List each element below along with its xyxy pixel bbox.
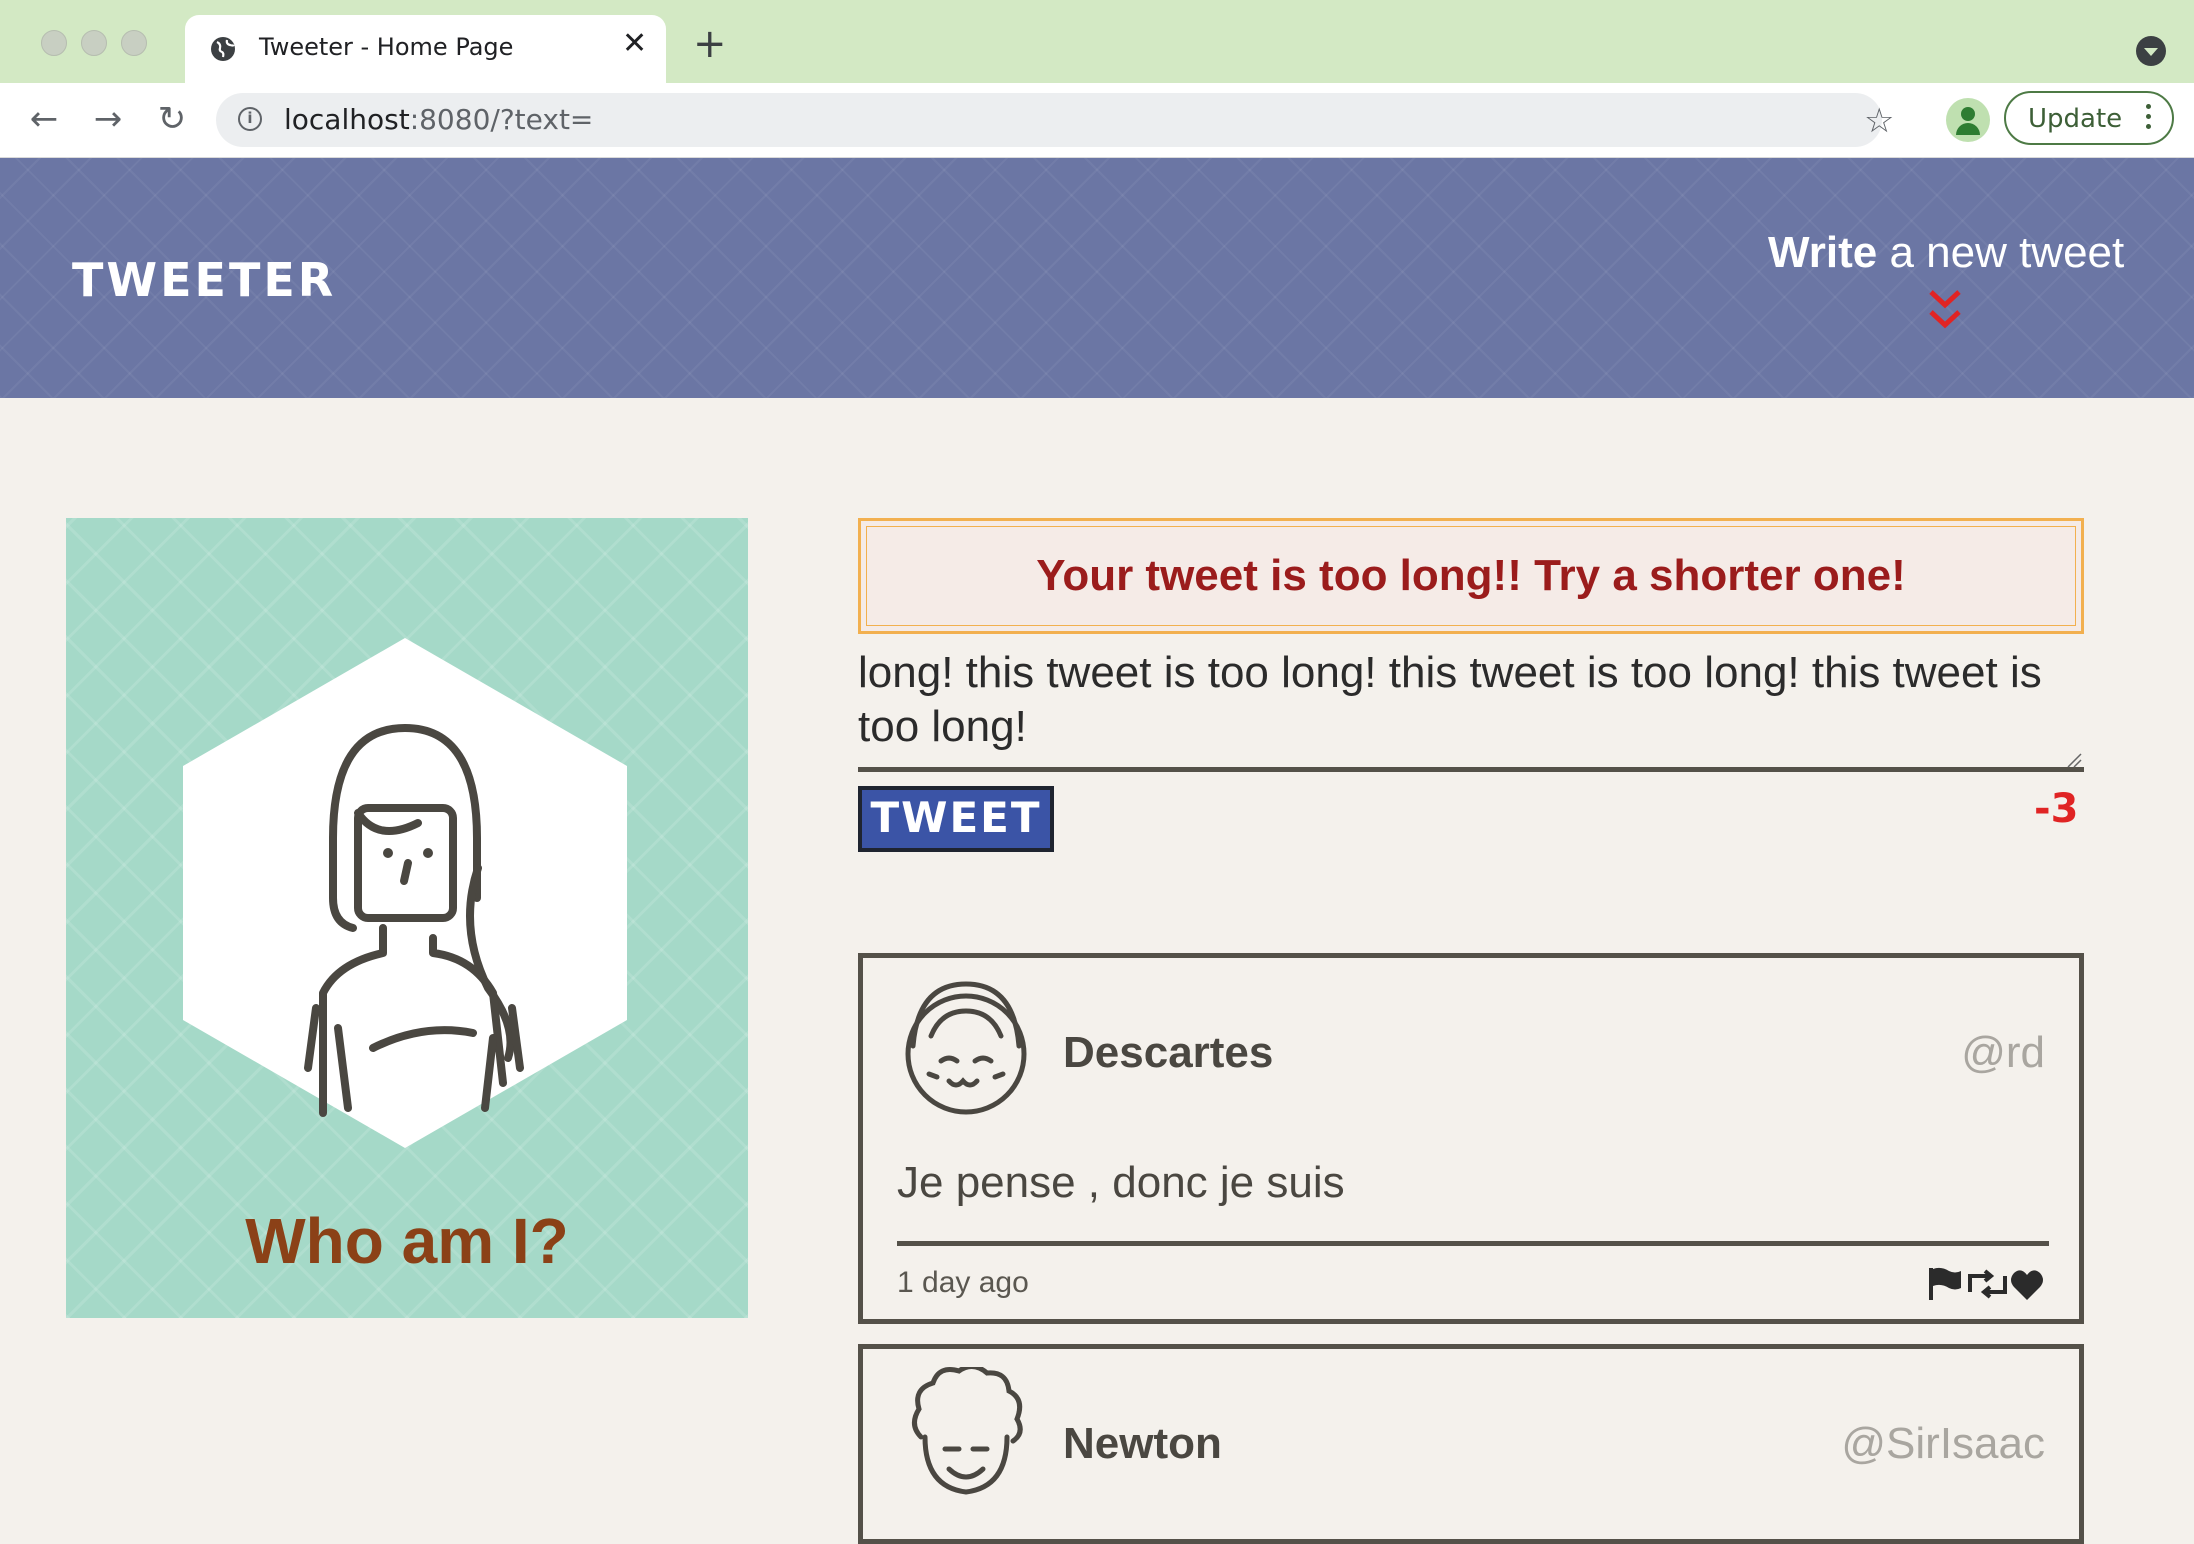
error-message: Your tweet is too long!! Try a shorter o… [1036,551,1906,600]
tweet-divider [897,1241,2049,1246]
browser-tab-bar: Tweeter - Home Page ✕ + [0,0,2194,83]
tweet-actions [1929,1267,2043,1300]
user-avatar [905,981,1027,1115]
tweet-content: Je pense , donc je suis [897,1158,1345,1207]
heart-icon[interactable] [2011,1270,2043,1300]
bookmark-star-icon[interactable]: ☆ [1864,101,1894,141]
site-header: TWEETER Write a new tweet [0,158,2194,398]
profile-card: Who am I? [66,518,748,1318]
reload-icon[interactable]: ↻ [154,101,190,137]
url-text: localhost:8080/?text= [284,103,594,136]
tweet-author-name: Descartes [1063,1028,1274,1077]
new-tab-icon[interactable]: + [693,24,727,64]
tweet-author-name: Newton [1063,1419,1222,1468]
error-message-box: Your tweet is too long!! Try a shorter o… [858,518,2084,634]
profile-avatar-icon[interactable] [1946,98,1990,142]
character-counter: -3 [2034,786,2079,832]
tweet-timestamp: 1 day ago [897,1266,1029,1299]
tweet-button[interactable]: TWEET [858,786,1054,852]
profile-avatar [183,638,627,1148]
update-button[interactable]: Update [2004,91,2174,145]
tweet-textarea[interactable]: long! this tweet is too long! this tweet… [858,644,2084,772]
tweet-author-handle: @rd [1961,1028,2045,1077]
site-info-icon[interactable]: i [238,107,262,131]
forward-arrow-icon[interactable]: → [90,101,126,137]
browser-toolbar: ← → ↻ i localhost:8080/?text= ☆ Update [0,83,2194,159]
tab-search-dropdown-icon[interactable] [2136,36,2166,66]
tweet-author-handle: @SirIsaac [1841,1419,2045,1468]
window-close-dot[interactable] [41,30,67,56]
tab-title: Tweeter - Home Page [259,33,514,61]
write-new-tweet-link[interactable]: Write a new tweet [1768,228,2124,278]
window-minimize-dot[interactable] [81,30,107,56]
globe-icon [211,37,235,61]
tweet-article: Newton @SirIsaac [858,1344,2084,1544]
double-chevron-down-icon[interactable] [1928,288,1962,334]
user-avatar [912,1367,1023,1495]
retweet-icon[interactable] [1968,1269,2007,1299]
more-menu-icon[interactable] [2146,104,2152,134]
window-zoom-dot[interactable] [121,30,147,56]
flag-icon[interactable] [1929,1267,1961,1300]
back-arrow-icon[interactable]: ← [26,101,62,137]
browser-tab[interactable]: Tweeter - Home Page ✕ [185,15,666,83]
tweet-article: Descartes @rd Je pense , donc je suis 1 … [858,953,2084,1324]
tab-close-icon[interactable]: ✕ [622,29,647,59]
site-logo[interactable]: TWEETER [72,253,336,307]
profile-title: Who am I? [245,1205,569,1277]
resize-handle-icon[interactable] [2066,752,2082,768]
address-bar[interactable]: i localhost:8080/?text= ☆ [216,93,1894,147]
